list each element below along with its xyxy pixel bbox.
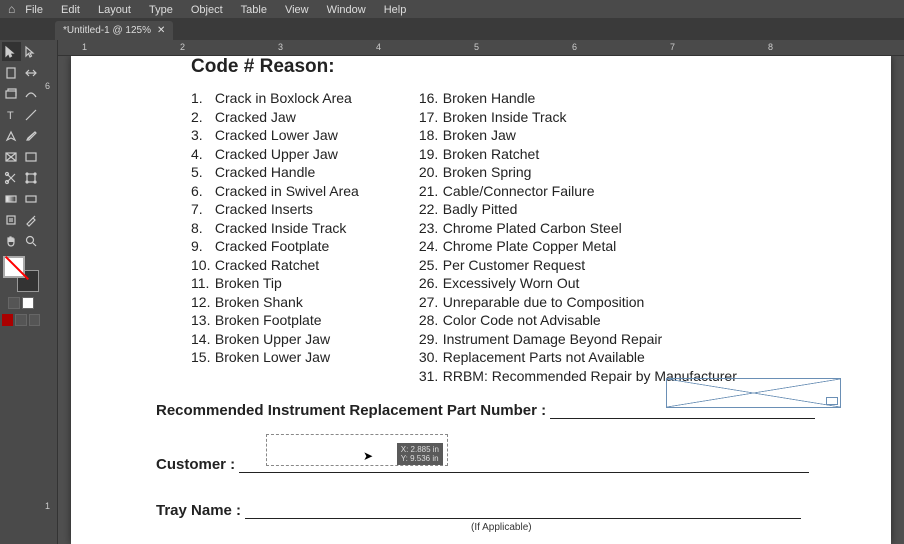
list-item: 16. Broken Handle [419,90,737,108]
eyedropper-tool[interactable] [22,210,41,229]
fill-swatch[interactable] [3,256,25,278]
reason-list-left: 1. Crack in Boxlock Area2. Cracked Jaw3.… [191,90,359,385]
ruler-mark: 6 [572,42,577,52]
fill-stroke-swatch[interactable] [3,256,39,292]
list-item: 24. Chrome Plate Copper Metal [419,238,737,256]
list-item: 22. Badly Pitted [419,201,737,219]
document-page: Code # Reason: 1. Crack in Boxlock Area2… [71,56,891,544]
tab-title: *Untitled-1 @ 125% [63,25,151,36]
content-collector-tool[interactable] [2,84,21,103]
gradient-swatch-tool[interactable] [2,189,21,208]
pencil-tool[interactable] [22,126,41,145]
list-item: 14. Broken Upper Jaw [191,331,359,349]
gradient-feather-tool[interactable] [22,189,41,208]
applicable-note: (If Applicable) [471,522,532,533]
list-item: 9. Cracked Footplate [191,238,359,256]
ruler-mark: 1 [82,42,87,52]
list-item: 20. Broken Spring [419,164,737,182]
part-number-row: Recommended Instrument Replacement Part … [156,402,851,419]
rectangle-tool[interactable] [22,147,41,166]
svg-text:T: T [7,110,14,122]
list-item: 3. Cracked Lower Jaw [191,127,359,145]
close-icon[interactable]: ✕ [157,25,165,36]
list-item: 4. Cracked Upper Jaw [191,146,359,164]
list-item: 19. Broken Ratchet [419,146,737,164]
home-icon[interactable]: ⌂ [8,2,15,16]
list-item: 6. Cracked in Swivel Area [191,183,359,201]
free-transform-tool[interactable] [22,168,41,187]
menu-window[interactable]: Window [327,4,366,16]
ruler-mark: 3 [278,42,283,52]
formatting-text-icon[interactable] [22,297,34,309]
ruler-mark: 7 [670,42,675,52]
type-on-path-tool[interactable] [22,84,41,103]
apply-gradient-icon[interactable] [15,314,26,326]
list-item: 27. Unreparable due to Composition [419,294,737,312]
list-item: 5. Cracked Handle [191,164,359,182]
hand-tool[interactable] [2,231,21,250]
list-item: 23. Chrome Plated Carbon Steel [419,220,737,238]
list-item: 11. Broken Tip [191,275,359,293]
list-item: 25. Per Customer Request [419,257,737,275]
list-item: 26. Excessively Worn Out [419,275,737,293]
menu-edit[interactable]: Edit [61,4,80,16]
list-item: 29. Instrument Damage Beyond Repair [419,331,737,349]
list-item: 2. Cracked Jaw [191,109,359,127]
ruler-mark: 6 [45,81,50,91]
horizontal-ruler: 1 2 3 4 5 6 7 8 [42,40,904,56]
vertical-ruler: 61 [42,56,58,544]
list-item: 13. Broken Footplate [191,312,359,330]
customer-row: Customer : [156,456,851,473]
list-item: 10. Cracked Ratchet [191,257,359,275]
list-item: 12. Broken Shank [191,294,359,312]
menu-bar: ⌂ File Edit Layout Type Object Table View Windo… [0,0,904,18]
line-tool[interactable] [22,105,41,124]
reason-list-right: 16. Broken Handle17. Broken Inside Track… [419,90,737,385]
menu-layout[interactable]: Layout [98,4,131,16]
document-tab-bar: *Untitled-1 @ 125% ✕ [0,18,904,40]
list-item: 18. Broken Jaw [419,127,737,145]
canvas-area[interactable]: Code # Reason: 1. Crack in Boxlock Area2… [58,56,904,544]
document-tab[interactable]: *Untitled-1 @ 125% ✕ [55,21,173,40]
menu-table[interactable]: Table [241,4,267,16]
gap-tool[interactable] [22,63,41,82]
note-tool[interactable] [2,210,21,229]
list-item: 1. Crack in Boxlock Area [191,90,359,108]
rectangle-frame-tool[interactable] [2,147,21,166]
ruler-mark: 1 [45,501,50,511]
menu-type[interactable]: Type [149,4,173,16]
scissors-tool[interactable] [2,168,21,187]
list-item: 7. Cracked Inserts [191,201,359,219]
type-tool[interactable]: T [2,105,21,124]
menu-view[interactable]: View [285,4,309,16]
menu-object[interactable]: Object [191,4,223,16]
pen-tool[interactable] [2,126,21,145]
list-item: 15. Broken Lower Jaw [191,349,359,367]
direct-selection-tool[interactable] [22,42,41,61]
ruler-mark: 8 [768,42,773,52]
menu-file[interactable]: File [25,4,43,16]
cursor-icon: ➤ [363,449,373,463]
list-item: 28. Color Code not Advisable [419,312,737,330]
ruler-mark: 2 [180,42,185,52]
ruler-mark: 4 [376,42,381,52]
marquee-selection: ➤ X: 2.885 in Y: 9.536 in [266,434,448,466]
list-item: 21. Cable/Connector Failure [419,183,737,201]
tool-panel: T [0,40,42,544]
apply-none-icon[interactable] [29,314,40,326]
tray-name-row: Tray Name : [156,502,851,519]
list-item: 17. Broken Inside Track [419,109,737,127]
selection-dimensions-hint: X: 2.885 in Y: 9.536 in [397,443,443,465]
zoom-tool[interactable] [22,231,41,250]
heading-text: Code # Reason: [191,56,335,78]
page-tool[interactable] [2,63,21,82]
selection-tool[interactable] [2,42,21,61]
ruler-mark: 5 [474,42,479,52]
apply-color-icon[interactable] [2,314,13,326]
list-item: 30. Replacement Parts not Available [419,349,737,367]
menu-help[interactable]: Help [384,4,407,16]
list-item: 8. Cracked Inside Track [191,220,359,238]
formatting-container-icon[interactable] [8,297,20,309]
